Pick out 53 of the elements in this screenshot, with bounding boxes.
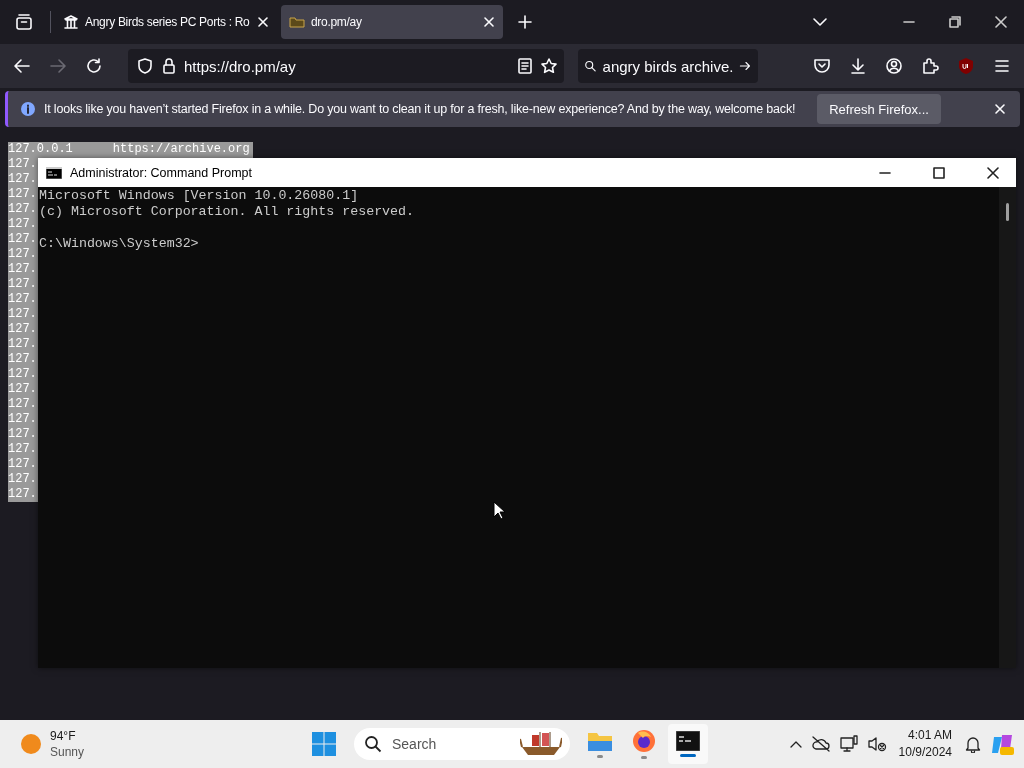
- weather-widget[interactable]: 94°F Sunny: [20, 728, 85, 760]
- maximize-icon: [933, 166, 945, 179]
- search-text: angry birds archive.: [602, 57, 734, 75]
- account-icon: [885, 57, 903, 75]
- close-icon: [987, 166, 999, 179]
- forward-arrow-icon: [49, 57, 67, 75]
- search-field[interactable]: angry birds archive.: [578, 49, 758, 83]
- taskbar-app-button[interactable]: [668, 724, 708, 764]
- close-icon: [995, 16, 1007, 28]
- info-icon: [20, 101, 36, 117]
- reader-view-icon[interactable]: [516, 57, 534, 75]
- notification-message: It looks like you haven’t started Firefox in a while. Do you want to clean it up for a fresh, like-new experience? And by the way, welcome back!: [44, 102, 796, 116]
- back-arrow-icon: [13, 57, 31, 75]
- search-placeholder: Search: [392, 736, 437, 752]
- search-icon: [364, 735, 382, 753]
- search-box[interactable]: Search: [354, 728, 570, 760]
- scrollbar-thumb[interactable]: [1006, 203, 1009, 221]
- bell-icon[interactable]: [964, 735, 982, 753]
- shield-icon: [136, 57, 154, 75]
- monitor-icon[interactable]: [838, 734, 859, 754]
- plus-icon: [517, 14, 533, 30]
- browser-tab[interactable]: dro.pm/ay: [281, 5, 503, 39]
- pocket-icon: [813, 57, 831, 75]
- firefox-icon: [632, 729, 656, 753]
- star-icon[interactable]: [540, 57, 558, 75]
- puzzle-icon: [921, 57, 939, 75]
- close-icon[interactable]: [483, 16, 495, 28]
- building-icon: [63, 14, 79, 30]
- sun-icon: [20, 733, 42, 755]
- terminal-icon: [676, 731, 700, 751]
- folder-icon: [289, 14, 305, 30]
- console-icon: [46, 166, 62, 179]
- lock-icon: [160, 57, 178, 75]
- tab-list-icon: [15, 13, 33, 31]
- reload-icon: [85, 57, 103, 75]
- shield-extension-icon: [957, 57, 975, 75]
- ship-icon: [520, 731, 562, 757]
- download-icon: [849, 57, 867, 75]
- close-icon: [994, 103, 1006, 115]
- menu-icon: [993, 57, 1011, 75]
- clock[interactable]: 4:01 AM 10/9/2024: [898, 727, 952, 761]
- url-text: https://dro.pm/ay: [184, 57, 297, 75]
- temperature: 94°F: [50, 728, 77, 744]
- mouse-pointer-icon: [493, 501, 505, 520]
- close-icon[interactable]: [257, 16, 269, 28]
- restore-icon: [949, 16, 961, 28]
- cloud-off-icon[interactable]: [810, 734, 831, 754]
- windows-logo-icon: [312, 732, 336, 756]
- address-bar[interactable]: https://dro.pm/ay: [128, 49, 564, 83]
- refresh-firefox-button[interactable]: Refresh Firefox...: [817, 94, 941, 124]
- folder-icon: [587, 730, 613, 752]
- browser-tab[interactable]: Angry Birds series PC Ports : Ro: [55, 5, 277, 39]
- weather-condition: Sunny: [50, 744, 85, 760]
